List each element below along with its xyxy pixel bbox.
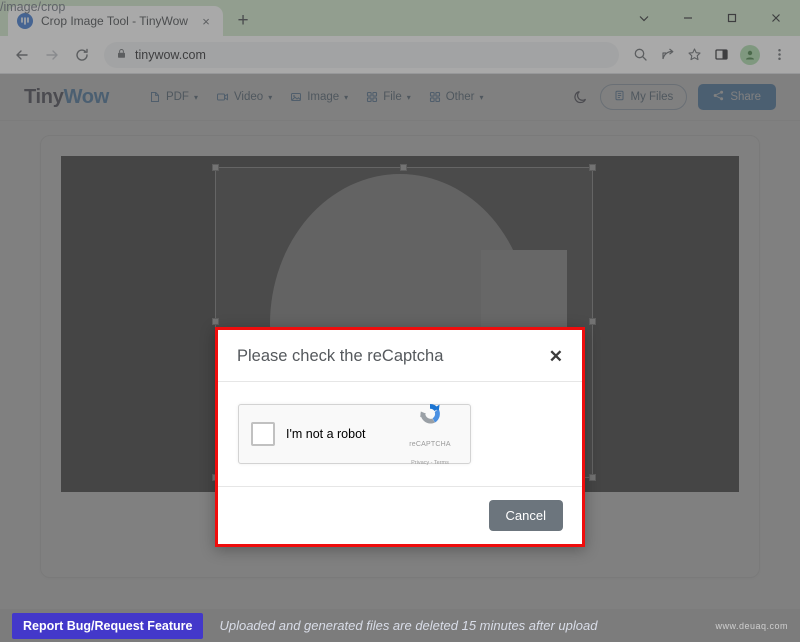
recaptcha-legal-links[interactable]: Privacy - Terms — [411, 460, 449, 466]
modal-footer: Cancel — [218, 486, 582, 544]
recaptcha-branding: reCAPTCHA Privacy - Terms — [402, 400, 458, 469]
recaptcha-label: I'm not a robot — [286, 427, 366, 441]
modal-close-icon[interactable]: ✕ — [549, 348, 563, 365]
recaptcha-modal: Please check the reCaptcha ✕ I'm not a r… — [215, 327, 585, 547]
retention-note: Uploaded and generated files are deleted… — [219, 618, 598, 633]
page-viewport: TinyWow PDF ▾ Video ▾ — [0, 74, 800, 642]
watermark: www.deuaq.com — [715, 620, 788, 631]
report-bug-button[interactable]: Report Bug/Request Feature — [12, 612, 204, 639]
cancel-button[interactable]: Cancel — [488, 500, 563, 531]
address-bar[interactable]: tinywow.com/image/crop — [0, 0, 800, 642]
footer-bar: Report Bug/Request Feature Uploaded and … — [0, 609, 800, 642]
modal-header: Please check the reCaptcha ✕ — [218, 330, 582, 382]
recaptcha-widget[interactable]: I'm not a robot reCAPTCHA Privacy - Term… — [238, 403, 471, 466]
modal-title: Please check the reCaptcha — [237, 347, 444, 365]
recaptcha-brand-name: reCAPTCHA — [409, 440, 451, 448]
recaptcha-checkbox[interactable] — [251, 422, 275, 446]
modal-body: I'm not a robot reCAPTCHA Privacy - Term… — [218, 382, 582, 486]
browser-toolbar: tinywow.com/image/crop — [0, 0, 800, 642]
url-text: tinywow.com/image/crop — [0, 0, 800, 642]
recaptcha-logo — [416, 403, 444, 432]
